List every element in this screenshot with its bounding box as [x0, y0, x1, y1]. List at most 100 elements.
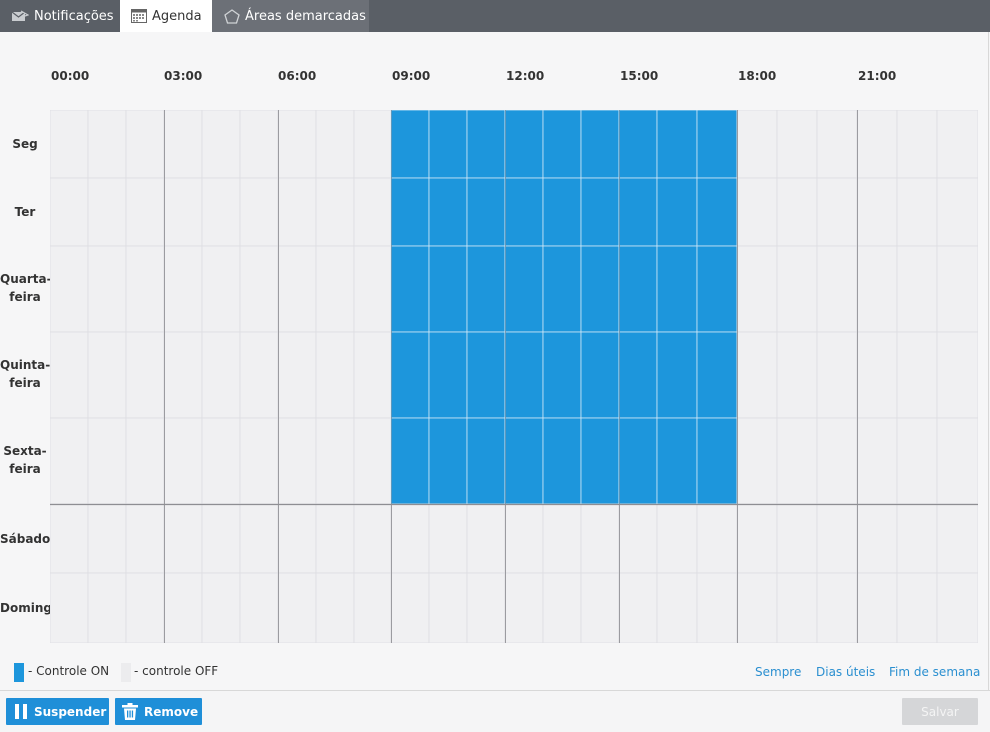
- schedule-cell-off[interactable]: [50, 245, 89, 333]
- schedule-cell-off[interactable]: [239, 177, 279, 247]
- schedule-cell-off[interactable]: [50, 110, 89, 179]
- schedule-cell-off[interactable]: [201, 417, 241, 505]
- schedule-cell-off[interactable]: [856, 110, 898, 179]
- schedule-cell-off[interactable]: [696, 503, 738, 574]
- schedule-cell-off[interactable]: [776, 572, 818, 643]
- schedule-cell-off[interactable]: [856, 572, 898, 643]
- schedule-cell-off[interactable]: [776, 177, 818, 247]
- schedule-cell-off[interactable]: [201, 177, 241, 247]
- schedule-cell-off[interactable]: [315, 417, 355, 505]
- schedule-cell-off[interactable]: [87, 177, 127, 247]
- schedule-cell-off[interactable]: [504, 572, 544, 643]
- schedule-cell-off[interactable]: [428, 572, 468, 643]
- schedule-cell-off[interactable]: [580, 503, 620, 574]
- schedule-cell-off[interactable]: [50, 331, 89, 419]
- schedule-cell-off[interactable]: [315, 110, 355, 179]
- schedule-cell-off[interactable]: [936, 417, 978, 505]
- schedule-cell-off[interactable]: [736, 503, 778, 574]
- save-button[interactable]: Salvar: [902, 698, 978, 725]
- schedule-cell-off[interactable]: [163, 110, 203, 179]
- schedule-cell-off[interactable]: [736, 110, 778, 179]
- schedule-cell-off[interactable]: [816, 331, 858, 419]
- schedule-cell-off[interactable]: [353, 110, 392, 179]
- schedule-cell-off[interactable]: [856, 245, 898, 333]
- schedule-cell-off[interactable]: [87, 503, 127, 574]
- schedule-cell-off[interactable]: [936, 572, 978, 643]
- tab-areas-demarcadas[interactable]: Áreas demarcadas: [212, 0, 369, 32]
- schedule-cell-off[interactable]: [315, 245, 355, 333]
- schedule-cell-off[interactable]: [87, 110, 127, 179]
- schedule-cell-off[interactable]: [816, 110, 858, 179]
- schedule-cell-off[interactable]: [239, 417, 279, 505]
- schedule-cell-off[interactable]: [736, 417, 778, 505]
- schedule-cell-off[interactable]: [776, 417, 818, 505]
- schedule-cell-off[interactable]: [277, 417, 317, 505]
- schedule-cell-off[interactable]: [315, 177, 355, 247]
- schedule-cell-off[interactable]: [163, 503, 203, 574]
- schedule-cell-off[interactable]: [201, 572, 241, 643]
- schedule-cell-off[interactable]: [856, 417, 898, 505]
- schedule-cell-off[interactable]: [390, 503, 430, 574]
- schedule-cell-off[interactable]: [239, 245, 279, 333]
- schedule-cell-off[interactable]: [315, 572, 355, 643]
- schedule-cell-off[interactable]: [736, 245, 778, 333]
- schedule-cell-off[interactable]: [125, 417, 165, 505]
- schedule-cell-off[interactable]: [504, 503, 544, 574]
- suspend-button[interactable]: Suspender: [6, 698, 109, 725]
- preset-dias-uteis-link[interactable]: Dias úteis: [816, 665, 875, 679]
- schedule-cell-off[interactable]: [201, 503, 241, 574]
- schedule-cell-off[interactable]: [163, 331, 203, 419]
- remove-button[interactable]: Remove: [115, 698, 202, 725]
- schedule-cell-off[interactable]: [353, 331, 392, 419]
- schedule-cell-off[interactable]: [736, 331, 778, 419]
- preset-fim-de-semana-link[interactable]: Fim de semana: [889, 665, 980, 679]
- schedule-cell-off[interactable]: [618, 572, 658, 643]
- schedule-cell-off[interactable]: [315, 331, 355, 419]
- schedule-cell-off[interactable]: [816, 572, 858, 643]
- schedule-cell-off[interactable]: [125, 245, 165, 333]
- schedule-cell-off[interactable]: [542, 503, 582, 574]
- schedule-cell-off[interactable]: [125, 503, 165, 574]
- schedule-cell-off[interactable]: [353, 245, 392, 333]
- schedule-cell-off[interactable]: [201, 331, 241, 419]
- schedule-cell-off[interactable]: [936, 331, 978, 419]
- schedule-cell-off[interactable]: [736, 177, 778, 247]
- schedule-cell-off[interactable]: [50, 177, 89, 247]
- schedule-cell-off[interactable]: [776, 245, 818, 333]
- schedule-cell-off[interactable]: [201, 110, 241, 179]
- schedule-cell-off[interactable]: [50, 503, 89, 574]
- schedule-cell-off[interactable]: [163, 417, 203, 505]
- schedule-cell-off[interactable]: [776, 503, 818, 574]
- schedule-cell-off[interactable]: [87, 572, 127, 643]
- schedule-cell-off[interactable]: [856, 177, 898, 247]
- schedule-cell-off[interactable]: [936, 110, 978, 179]
- schedule-cell-off[interactable]: [816, 177, 858, 247]
- schedule-cell-off[interactable]: [87, 331, 127, 419]
- schedule-cell-off[interactable]: [656, 572, 698, 643]
- schedule-cell-off[interactable]: [736, 572, 778, 643]
- schedule-cell-off[interactable]: [936, 245, 978, 333]
- schedule-cell-off[interactable]: [125, 572, 165, 643]
- schedule-grid[interactable]: [50, 110, 978, 643]
- schedule-cell-off[interactable]: [936, 177, 978, 247]
- schedule-cell-off[interactable]: [816, 417, 858, 505]
- schedule-cell-off[interactable]: [239, 572, 279, 643]
- schedule-cell-off[interactable]: [896, 177, 938, 247]
- schedule-cell-off[interactable]: [896, 417, 938, 505]
- schedule-cell-off[interactable]: [277, 572, 317, 643]
- schedule-cell-off[interactable]: [201, 245, 241, 333]
- schedule-cell-off[interactable]: [776, 110, 818, 179]
- schedule-cell-off[interactable]: [856, 503, 898, 574]
- schedule-cell-off[interactable]: [163, 177, 203, 247]
- schedule-cell-off[interactable]: [163, 572, 203, 643]
- schedule-cell-off[interactable]: [542, 572, 582, 643]
- schedule-cell-off[interactable]: [87, 245, 127, 333]
- schedule-cell-off[interactable]: [896, 572, 938, 643]
- schedule-cell-off[interactable]: [277, 503, 317, 574]
- schedule-cell-off[interactable]: [466, 503, 506, 574]
- schedule-cell-off[interactable]: [239, 503, 279, 574]
- schedule-cell-off[interactable]: [353, 417, 392, 505]
- schedule-cell-off[interactable]: [239, 331, 279, 419]
- schedule-cell-off[interactable]: [353, 572, 392, 643]
- schedule-cell-off[interactable]: [87, 417, 127, 505]
